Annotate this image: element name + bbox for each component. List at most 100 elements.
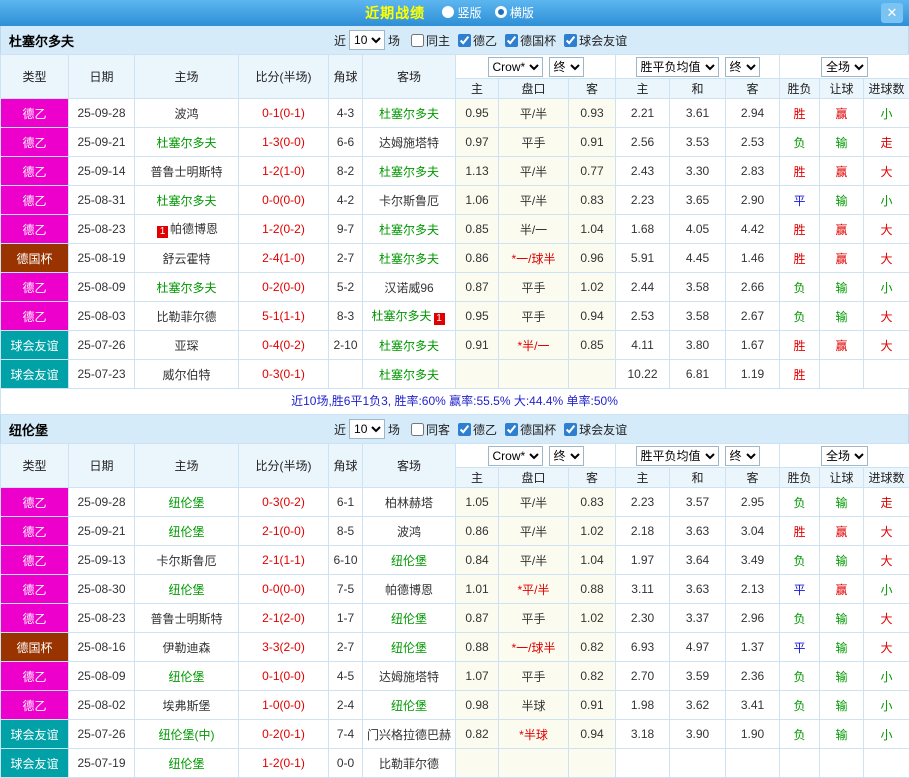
ah-home-odds: 0.91 — [456, 331, 499, 360]
euro-average-select[interactable]: 胜平负均值 — [636, 57, 719, 77]
bookmaker-select[interactable]: Crow* — [488, 446, 543, 466]
league-filter-bundesliga2-input[interactable] — [458, 423, 471, 436]
match-date: 25-08-19 — [69, 244, 135, 273]
eu-away-odds: 2.94 — [726, 99, 780, 128]
subcol-ah-line: 盘口 — [499, 468, 569, 488]
handicap-result: 赢 — [820, 244, 864, 273]
away-team-label: 门兴格拉德巴赫 — [367, 728, 451, 742]
col-header-date: 日期 — [69, 444, 135, 488]
eu-home-odds: 2.56 — [616, 128, 670, 157]
home-team-cell: 舒云霍特 — [135, 244, 239, 273]
ah-away-odds: 0.93 — [569, 99, 616, 128]
match-result: 平 — [780, 575, 820, 604]
euro-average-select[interactable]: 胜平负均值 — [636, 446, 719, 466]
ah-away-odds: 0.83 — [569, 488, 616, 517]
away-team-label: 杜塞尔多夫 — [379, 252, 439, 266]
ah-away-odds — [569, 360, 616, 389]
league-filter-friendly-input[interactable] — [564, 423, 577, 436]
eu-away-odds: 2.66 — [726, 273, 780, 302]
layout-vertical-option[interactable]: 竖版 — [442, 4, 481, 21]
eu-draw-odds: 3.58 — [670, 302, 726, 331]
league-badge: 德乙 — [1, 186, 69, 215]
close-icon[interactable]: ✕ — [881, 3, 903, 23]
scope-select[interactable]: 全场 — [821, 446, 868, 466]
away-team-cell: 纽伦堡 — [363, 633, 456, 662]
league-filter-dfb-pokal[interactable]: 德国杯 — [505, 32, 556, 49]
league-filter-dfb-pokal-input[interactable] — [505, 34, 518, 47]
corner-score: 4-5 — [329, 662, 363, 691]
near-label: 近 — [334, 421, 346, 438]
same-away-checkbox-input[interactable] — [411, 423, 424, 436]
ah-away-odds: 1.04 — [569, 215, 616, 244]
corner-score: 9-7 — [329, 215, 363, 244]
ah-line: 平手 — [499, 273, 569, 302]
eu-away-odds: 4.42 — [726, 215, 780, 244]
eu-home-odds: 2.30 — [616, 604, 670, 633]
eu-home-odds: 2.44 — [616, 273, 670, 302]
ah-home-odds: 0.86 — [456, 244, 499, 273]
goals-result: 小 — [864, 691, 909, 720]
euro-final-select[interactable]: 终 — [725, 57, 760, 77]
match-count-select[interactable]: 10 — [349, 30, 385, 50]
ah-away-odds: 0.91 — [569, 691, 616, 720]
eu-away-odds: 2.95 — [726, 488, 780, 517]
eu-home-odds: 2.21 — [616, 99, 670, 128]
league-filter-friendly-input[interactable] — [564, 34, 577, 47]
league-filter-bundesliga2[interactable]: 德乙 — [458, 421, 497, 438]
ah-home-odds: 0.86 — [456, 517, 499, 546]
handicap-result: 赢 — [820, 575, 864, 604]
league-filter-friendly[interactable]: 球会友谊 — [564, 32, 627, 49]
match-result: 胜 — [780, 157, 820, 186]
away-team-cell: 纽伦堡 — [363, 546, 456, 575]
ah-away-odds: 1.02 — [569, 273, 616, 302]
league-filter-bundesliga2-input[interactable] — [458, 34, 471, 47]
same-home-checkbox-input[interactable] — [411, 34, 424, 47]
match-row: 德乙25-08-30纽伦堡0-0(0-0)7-5帕德博恩1.01*平/半0.88… — [1, 575, 909, 604]
euro-final-select[interactable]: 终 — [725, 446, 760, 466]
match-count-select[interactable]: 10 — [349, 419, 385, 439]
eu-away-odds: 3.49 — [726, 546, 780, 575]
corner-score: 8-5 — [329, 517, 363, 546]
eu-draw-odds: 3.37 — [670, 604, 726, 633]
eu-away-odds: 2.36 — [726, 662, 780, 691]
bookmaker-select[interactable]: Crow* — [488, 57, 543, 77]
match-score: 2-4(1-0) — [239, 244, 329, 273]
handicap-result: 输 — [820, 604, 864, 633]
same-away-checkbox[interactable]: 同客 — [411, 421, 450, 438]
league-filter-dfb-pokal-input[interactable] — [505, 423, 518, 436]
same-home-checkbox[interactable]: 同主 — [411, 32, 450, 49]
home-team-cell: 纽伦堡(中) — [135, 720, 239, 749]
away-team-cell: 达姆施塔特 — [363, 128, 456, 157]
scope-select[interactable]: 全场 — [821, 57, 868, 77]
home-team-cell: 普鲁士明斯特 — [135, 604, 239, 633]
match-score: 1-0(0-0) — [239, 691, 329, 720]
match-row: 德乙25-09-21纽伦堡2-1(0-0)8-5波鸿0.86平/半1.022.1… — [1, 517, 909, 546]
league-filter-friendly[interactable]: 球会友谊 — [564, 421, 627, 438]
ah-away-odds: 1.04 — [569, 546, 616, 575]
match-score: 3-3(2-0) — [239, 633, 329, 662]
ah-line: 平/半 — [499, 99, 569, 128]
match-date: 25-09-28 — [69, 99, 135, 128]
match-result: 胜 — [780, 244, 820, 273]
euro-odds-group-header: 胜平负均值 终 — [616, 444, 780, 468]
same-away-label: 同客 — [426, 421, 450, 438]
eu-away-odds: 3.04 — [726, 517, 780, 546]
col-header-corner: 角球 — [329, 55, 363, 99]
league-filter-dfb-pokal[interactable]: 德国杯 — [505, 421, 556, 438]
handicap-result: 输 — [820, 633, 864, 662]
ah-home-odds: 0.87 — [456, 273, 499, 302]
matches-table-body: 德乙25-09-28波鸿0-1(0-1)4-3杜塞尔多夫0.95平/半0.932… — [1, 99, 909, 389]
home-team-cell: 杜塞尔多夫 — [135, 128, 239, 157]
match-date: 25-08-23 — [69, 604, 135, 633]
goals-result — [864, 360, 909, 389]
ah-away-odds: 0.94 — [569, 302, 616, 331]
away-team-label: 波鸿 — [397, 525, 421, 539]
league-filter-bundesliga2[interactable]: 德乙 — [458, 32, 497, 49]
col-header-type: 类型 — [1, 444, 69, 488]
layout-horizontal-option[interactable]: 横版 — [495, 4, 534, 21]
ah-line: *一/球半 — [499, 244, 569, 273]
league-filter-friendly-label: 球会友谊 — [579, 421, 627, 438]
ah-away-odds: 0.85 — [569, 331, 616, 360]
asian-final-select[interactable]: 终 — [549, 446, 584, 466]
asian-final-select[interactable]: 终 — [549, 57, 584, 77]
